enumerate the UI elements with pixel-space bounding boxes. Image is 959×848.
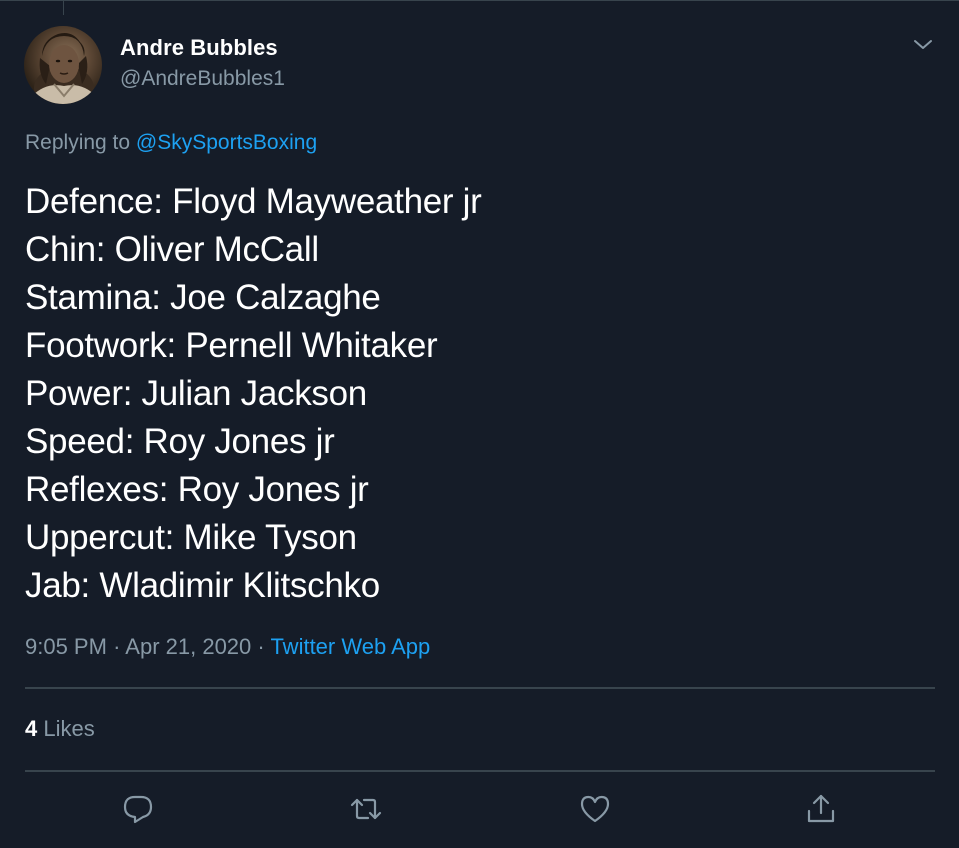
tweet-line: Uppercut: Mike Tyson (25, 518, 357, 557)
tweet-source-link[interactable]: Twitter Web App (270, 634, 430, 659)
share-button[interactable] (804, 792, 838, 826)
tweet-text: Defence: Floyd Mayweather jr Chin: Olive… (25, 178, 925, 610)
tweet-line: Chin: Oliver McCall (25, 230, 319, 269)
tweet-time[interactable]: 9:05 PM (25, 634, 107, 659)
divider (25, 687, 935, 689)
reply-icon (123, 795, 153, 824)
retweet-button[interactable] (349, 792, 383, 826)
tweet-line: Footwork: Pernell Whitaker (25, 326, 438, 365)
share-icon (807, 794, 835, 823)
tweet-date[interactable]: Apr 21, 2020 (125, 634, 251, 659)
divider (25, 770, 935, 772)
tweet-line: Stamina: Joe Calzaghe (25, 278, 381, 317)
meta-separator: · (113, 634, 121, 659)
avatar[interactable] (24, 26, 102, 104)
likes-count: 4 (25, 716, 38, 741)
tweet-card: Andre Bubbles @AndreBubbles1 Replying to… (0, 0, 959, 848)
retweet-icon (350, 798, 382, 820)
tweet-line: Power: Julian Jackson (25, 374, 367, 413)
likes-link[interactable]: 4 Likes (25, 716, 95, 742)
reply-mention-link[interactable]: @SkySportsBoxing (136, 131, 317, 154)
thread-line (63, 1, 64, 15)
replying-to-label: Replying to (25, 131, 131, 154)
likes-label: Likes (43, 716, 95, 741)
reply-button[interactable] (121, 792, 155, 826)
tweet-line: Speed: Roy Jones jr (25, 422, 335, 461)
tweet-line: Jab: Wladimir Klitschko (25, 566, 380, 605)
author-handle[interactable]: @AndreBubbles1 (120, 67, 285, 91)
tweet-line: Reflexes: Roy Jones jr (25, 470, 369, 509)
tweet-meta: 9:05 PM · Apr 21, 2020 · Twitter Web App (25, 634, 430, 660)
heart-icon (580, 795, 610, 823)
reply-context: Replying to @SkySportsBoxing (25, 131, 317, 155)
meta-separator: · (257, 634, 265, 659)
author-display-name[interactable]: Andre Bubbles (120, 35, 278, 61)
chevron-down-icon[interactable] (911, 33, 935, 57)
like-button[interactable] (578, 792, 612, 826)
tweet-line: Defence: Floyd Mayweather jr (25, 182, 482, 221)
